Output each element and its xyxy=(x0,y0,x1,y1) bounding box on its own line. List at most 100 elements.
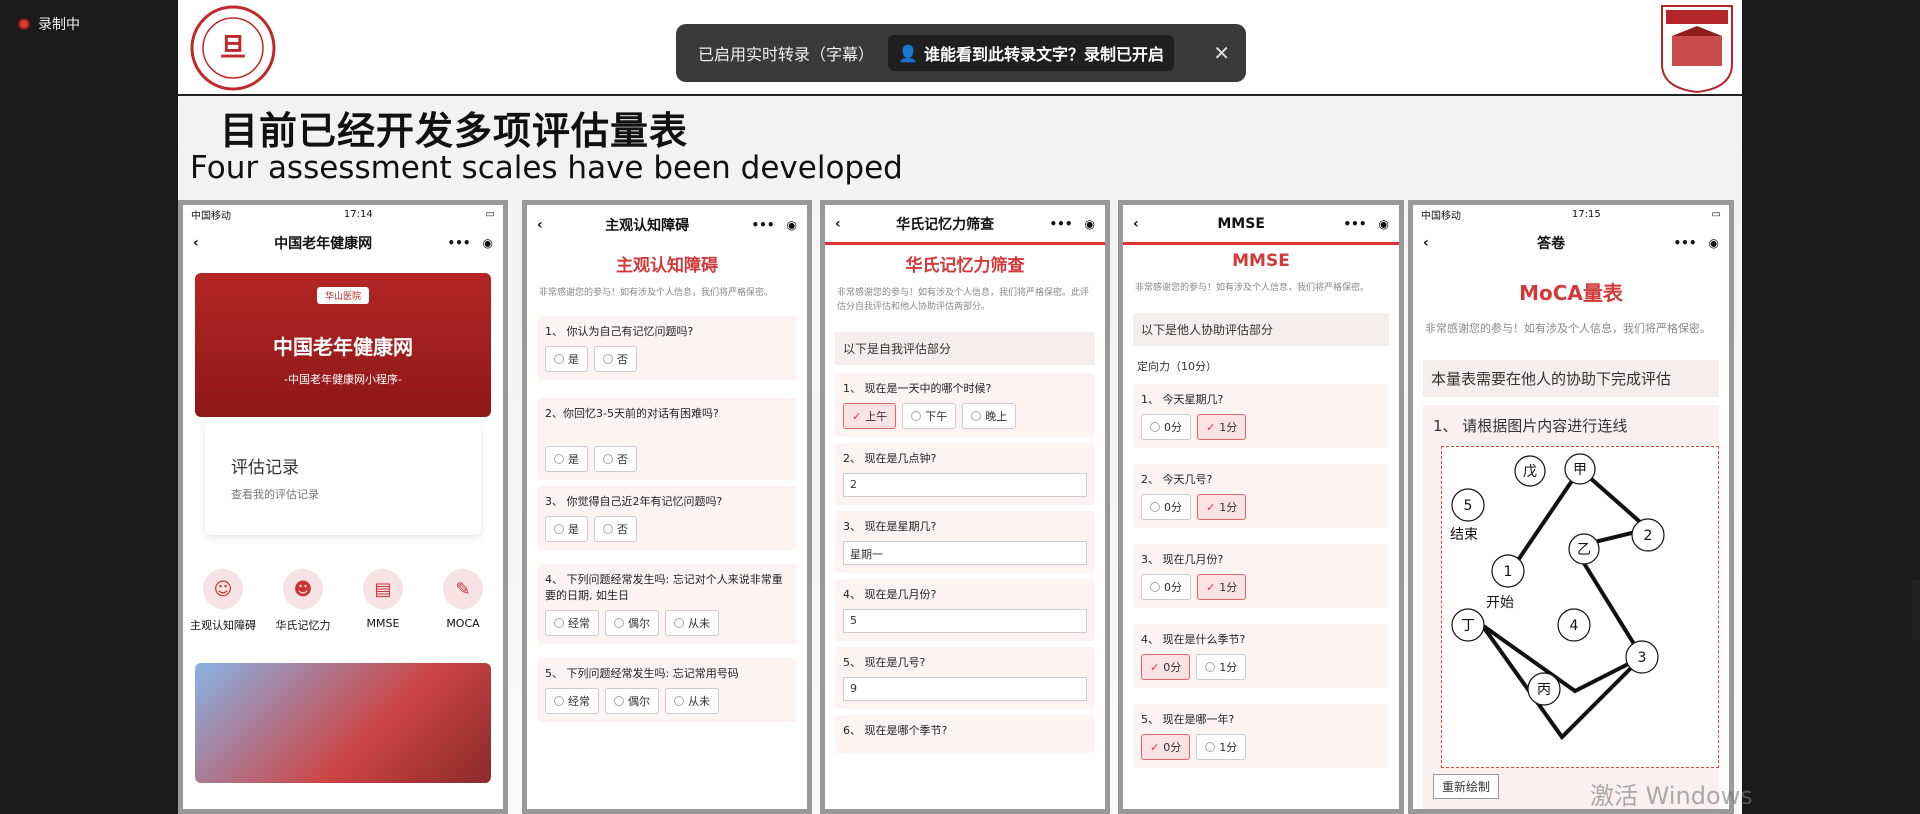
battery-icon: ▭ xyxy=(1711,208,1721,220)
scale-moca[interactable]: ✎ MOCA xyxy=(427,569,499,633)
option-radio[interactable]: 下午 xyxy=(902,403,957,429)
option-radio[interactable]: 是 xyxy=(545,516,588,542)
question-text: 5、 现在是几号? xyxy=(843,656,926,669)
option-radio[interactable]: 0分 xyxy=(1141,414,1191,440)
option-checked[interactable]: ✓ 0分 xyxy=(1141,734,1191,760)
option-radio[interactable]: 是 xyxy=(545,446,588,472)
person-icon: 👤 xyxy=(898,43,918,63)
intro-text: 非常感谢您的参与！如有涉及个人信息，我们将严格保密。 xyxy=(1135,283,1370,293)
answer-input[interactable]: 2 xyxy=(843,473,1087,497)
node-label: 4 xyxy=(1570,618,1579,634)
home-banner-card[interactable]: 华山医院 中国老年健康网 -中国老年健康网小程序- xyxy=(195,273,491,417)
transcription-info-button[interactable]: 👤 谁能看到此转录文字？录制已开启 xyxy=(888,35,1174,71)
option-checked[interactable]: ✓ 1分 xyxy=(1197,494,1247,520)
option-radio[interactable]: 0分 xyxy=(1141,494,1191,520)
question-text: 4、 现在是什么季节? xyxy=(1141,633,1246,646)
back-icon[interactable]: ‹ xyxy=(193,235,199,251)
back-icon[interactable]: ‹ xyxy=(1423,235,1429,251)
answer-input[interactable]: 9 xyxy=(843,677,1087,701)
question: 5、 现在是哪一年? ✓ 0分 1分 xyxy=(1133,704,1389,768)
radio-icon xyxy=(1150,422,1160,432)
radio-icon xyxy=(554,454,564,464)
close-icon[interactable]: ✕ xyxy=(1213,41,1230,65)
more-icon[interactable]: ••• xyxy=(1050,217,1073,231)
clock: 17:15 xyxy=(1571,208,1601,220)
option-checked[interactable]: ✓ 0分 xyxy=(1141,654,1191,680)
scale-huashi[interactable]: ☻ 华氏记忆力 xyxy=(267,569,339,633)
radio-icon xyxy=(674,696,684,706)
radio-icon xyxy=(603,454,613,464)
question-text: 1、 你认为自己有记忆问题吗? xyxy=(545,325,694,338)
option-radio[interactable]: 经常 xyxy=(545,688,599,714)
target-icon[interactable]: ◉ xyxy=(1085,217,1095,231)
question: 2、你回忆3-5天前的对话有困难吗? 是 否 xyxy=(537,398,797,480)
recording-indicator: 录制中 xyxy=(18,14,80,34)
check-icon: ✓ xyxy=(1206,580,1216,594)
option-radio[interactable]: 经常 xyxy=(545,610,599,636)
capsule-menu[interactable]: ••• ◉ xyxy=(448,236,494,250)
target-icon[interactable]: ◉ xyxy=(1379,217,1389,231)
scale-scd[interactable]: ☺ 主观认知障碍 xyxy=(187,569,259,633)
status-bar: 中国移动 17:14 ▭ xyxy=(183,205,503,223)
edge-tab[interactable] xyxy=(1912,580,1920,640)
target-icon[interactable]: ◉ xyxy=(483,236,493,250)
option-radio[interactable]: 偶尔 xyxy=(605,610,659,636)
option-radio[interactable]: 晚上 xyxy=(962,403,1017,429)
phone-home: 中国移动 17:14 ▭ ‹ 中国老年健康网 ••• ◉ 华山医院 中国老年健康网… xyxy=(178,200,508,814)
target-icon[interactable]: ◉ xyxy=(787,218,797,232)
option-label: 1分 xyxy=(1219,741,1238,754)
navbar: ‹ 主观认知障碍 ••• ◉ xyxy=(527,205,807,245)
radio-icon xyxy=(554,524,564,534)
capsule-menu[interactable]: ••• ◉ xyxy=(1674,236,1720,250)
option-radio[interactable]: 否 xyxy=(594,446,637,472)
option-radio[interactable]: 0分 xyxy=(1141,574,1191,600)
option-label: 1分 xyxy=(1219,581,1238,594)
option-radio[interactable]: 从未 xyxy=(665,688,719,714)
capsule-menu[interactable]: ••• ◉ xyxy=(1343,217,1389,231)
option-radio[interactable]: 否 xyxy=(594,516,637,542)
scale-title: MoCA量表 xyxy=(1519,281,1623,305)
option-radio[interactable]: 从未 xyxy=(665,610,719,636)
question: 3、 现在几月份? 0分 ✓ 1分 xyxy=(1133,544,1389,608)
capsule-menu[interactable]: ••• ◉ xyxy=(1050,217,1096,231)
more-icon[interactable]: ••• xyxy=(1674,236,1697,250)
brain-icon: ☻ xyxy=(283,569,323,609)
redraw-button[interactable]: 重新绘制 xyxy=(1433,774,1500,799)
trail-drawing: 5 戊 甲 2 乙 1 丁 4 3 丙 结束 开始 xyxy=(1450,453,1665,741)
radio-icon xyxy=(1205,662,1216,672)
option-label: 0分 xyxy=(1163,661,1182,674)
scale-mmse[interactable]: ▤ MMSE xyxy=(347,569,419,633)
target-icon[interactable]: ◉ xyxy=(1709,236,1719,250)
option-radio[interactable]: 偶尔 xyxy=(605,688,659,714)
more-icon[interactable]: ••• xyxy=(448,236,471,250)
trail-making-canvas[interactable]: 5 戊 甲 2 乙 1 丁 4 3 丙 结束 开始 xyxy=(1441,446,1719,768)
option-checked[interactable]: ✓ 1分 xyxy=(1197,414,1247,440)
back-icon[interactable]: ‹ xyxy=(1133,216,1139,232)
option-checked[interactable]: ✓ 上午 xyxy=(843,403,897,429)
back-icon[interactable]: ‹ xyxy=(835,216,841,232)
back-icon[interactable]: ‹ xyxy=(537,217,543,233)
recording-label: 录制中 xyxy=(38,17,80,33)
carrier: 中国移动 xyxy=(1421,210,1461,222)
radio-icon xyxy=(554,618,564,628)
capsule-menu[interactable]: ••• ◉ xyxy=(752,218,798,232)
scale-label: MOCA xyxy=(446,617,480,630)
status-bar: 中国移动 17:15 ▭ xyxy=(1413,205,1729,223)
option-radio[interactable]: 1分 xyxy=(1196,654,1247,680)
more-icon[interactable]: ••• xyxy=(752,218,775,232)
option-radio[interactable]: 否 xyxy=(594,346,637,372)
slide-title-cn: 目前已经开发多项评估量表 xyxy=(220,109,689,153)
more-icon[interactable]: ••• xyxy=(1343,217,1366,231)
answer-input[interactable]: 5 xyxy=(843,609,1087,633)
option-radio[interactable]: 是 xyxy=(545,346,588,372)
option-radio[interactable]: 1分 xyxy=(1196,734,1247,760)
radio-icon xyxy=(1150,582,1160,592)
answer-input[interactable]: 星期一 xyxy=(843,541,1087,565)
record-card[interactable]: 评估记录 查看我的评估记录 xyxy=(205,423,481,535)
nav-title: 华氏记忆力筛查 xyxy=(896,216,995,233)
option-checked[interactable]: ✓ 1分 xyxy=(1197,574,1247,600)
option-label: 否 xyxy=(617,353,628,366)
node-label: 5 xyxy=(1464,498,1473,514)
scale-icons: ☺ 主观认知障碍 ☻ 华氏记忆力 ▤ MMSE ✎ MOCA xyxy=(183,569,503,633)
option-label: 是 xyxy=(568,353,579,366)
